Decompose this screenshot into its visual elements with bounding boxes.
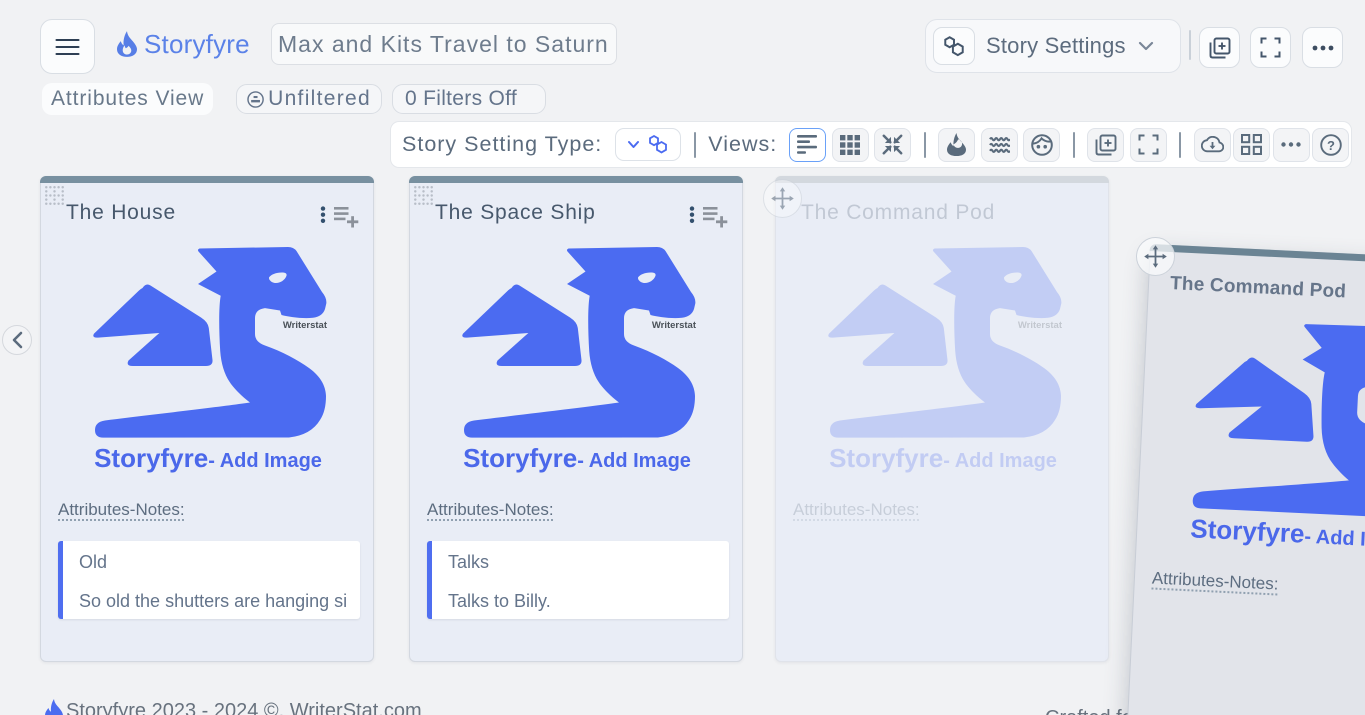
svg-text:?: ? — [1327, 138, 1335, 153]
